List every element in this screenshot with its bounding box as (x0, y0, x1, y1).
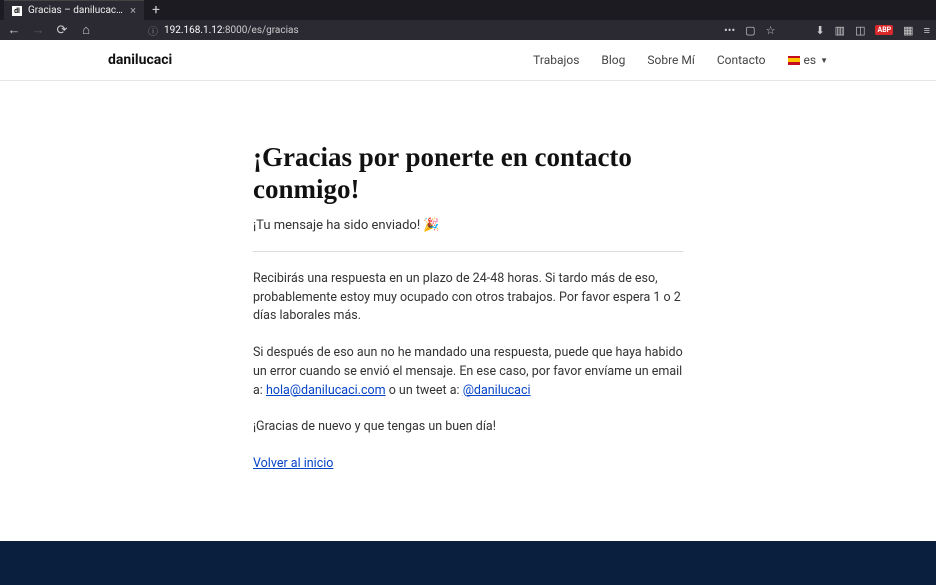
spain-flag-icon (788, 56, 800, 65)
tab-bar: dl Gracias – danilucaci.com | Dise × + (0, 0, 936, 20)
paragraph-2: Si después de eso aun no he mandado una … (253, 344, 683, 400)
url-text: 192.168.1.12:8000/es/gracias (164, 25, 299, 36)
new-tab-button[interactable]: + (144, 0, 168, 20)
home-button[interactable]: ⌂ (78, 22, 94, 38)
tab-close-icon[interactable]: × (130, 4, 136, 17)
paragraph-3: ¡Gracias de nuevo y que tengas un buen d… (253, 418, 683, 437)
nav-trabajos[interactable]: Trabajos (533, 53, 579, 67)
reload-button[interactable]: ⟳ (54, 23, 70, 38)
nav-blog[interactable]: Blog (601, 53, 625, 67)
divider (253, 251, 683, 252)
page-title: ¡Gracias por ponerte en contacto conmigo… (253, 141, 683, 206)
main-content: ¡Gracias por ponerte en contacto conmigo… (253, 141, 683, 532)
tab-title: Gracias – danilucaci.com | Dise (28, 5, 124, 16)
browser-toolbar: ← → ⟳ ⌂ ⓘ 192.168.1.12:8000/es/gracias •… (0, 20, 936, 40)
language-selector[interactable]: es ▼ (788, 53, 828, 67)
abp-icon[interactable]: ABP (875, 25, 893, 35)
url-bar[interactable]: ⓘ 192.168.1.12:8000/es/gracias (142, 22, 676, 38)
extensions-icon[interactable]: ▦ (903, 24, 913, 37)
chevron-down-icon: ▼ (820, 56, 828, 65)
download-icon[interactable]: ⬇ (815, 24, 824, 37)
menu-icon[interactable]: ≡ (924, 24, 930, 37)
site-footer (0, 541, 936, 585)
subtitle: ¡Tu mensaje ha sido enviado! 🎉 (253, 218, 683, 233)
paragraph-1: Recibirás una respuesta en un plazo de 2… (253, 270, 683, 326)
forward-button[interactable]: → (30, 22, 46, 38)
language-label: es (804, 53, 817, 67)
logo[interactable]: danilucaci (108, 52, 172, 68)
nav-sobre-mi[interactable]: Sobre Mí (647, 53, 694, 67)
twitter-link[interactable]: @danilucaci (463, 383, 531, 398)
tab-favicon: dl (12, 6, 22, 16)
page: danilucaci Trabajos Blog Sobre Mí Contac… (0, 40, 936, 585)
bookmark-icon[interactable]: ☆ (766, 24, 776, 37)
sidebar-icon[interactable]: ◫ (855, 24, 865, 37)
nav-contacto[interactable]: Contacto (717, 53, 766, 67)
back-to-home-link[interactable]: Volver al inicio (253, 456, 333, 471)
toolbar-right: ••• ▢ ☆ ⬇ ▥ ◫ ABP ▦ ≡ (724, 24, 930, 37)
main-nav: Trabajos Blog Sobre Mí Contacto es ▼ (533, 53, 828, 67)
more-icon[interactable]: ••• (724, 24, 735, 37)
browser-chrome: dl Gracias – danilucaci.com | Dise × + ←… (0, 0, 936, 40)
library-icon[interactable]: ▥ (835, 24, 845, 37)
site-header: danilucaci Trabajos Blog Sobre Mí Contac… (0, 40, 936, 81)
info-icon: ⓘ (148, 23, 158, 38)
email-link[interactable]: hola@danilucaci.com (266, 383, 386, 398)
browser-tab[interactable]: dl Gracias – danilucaci.com | Dise × (4, 0, 144, 20)
reader-icon[interactable]: ▢ (745, 24, 755, 37)
back-button[interactable]: ← (6, 22, 22, 38)
